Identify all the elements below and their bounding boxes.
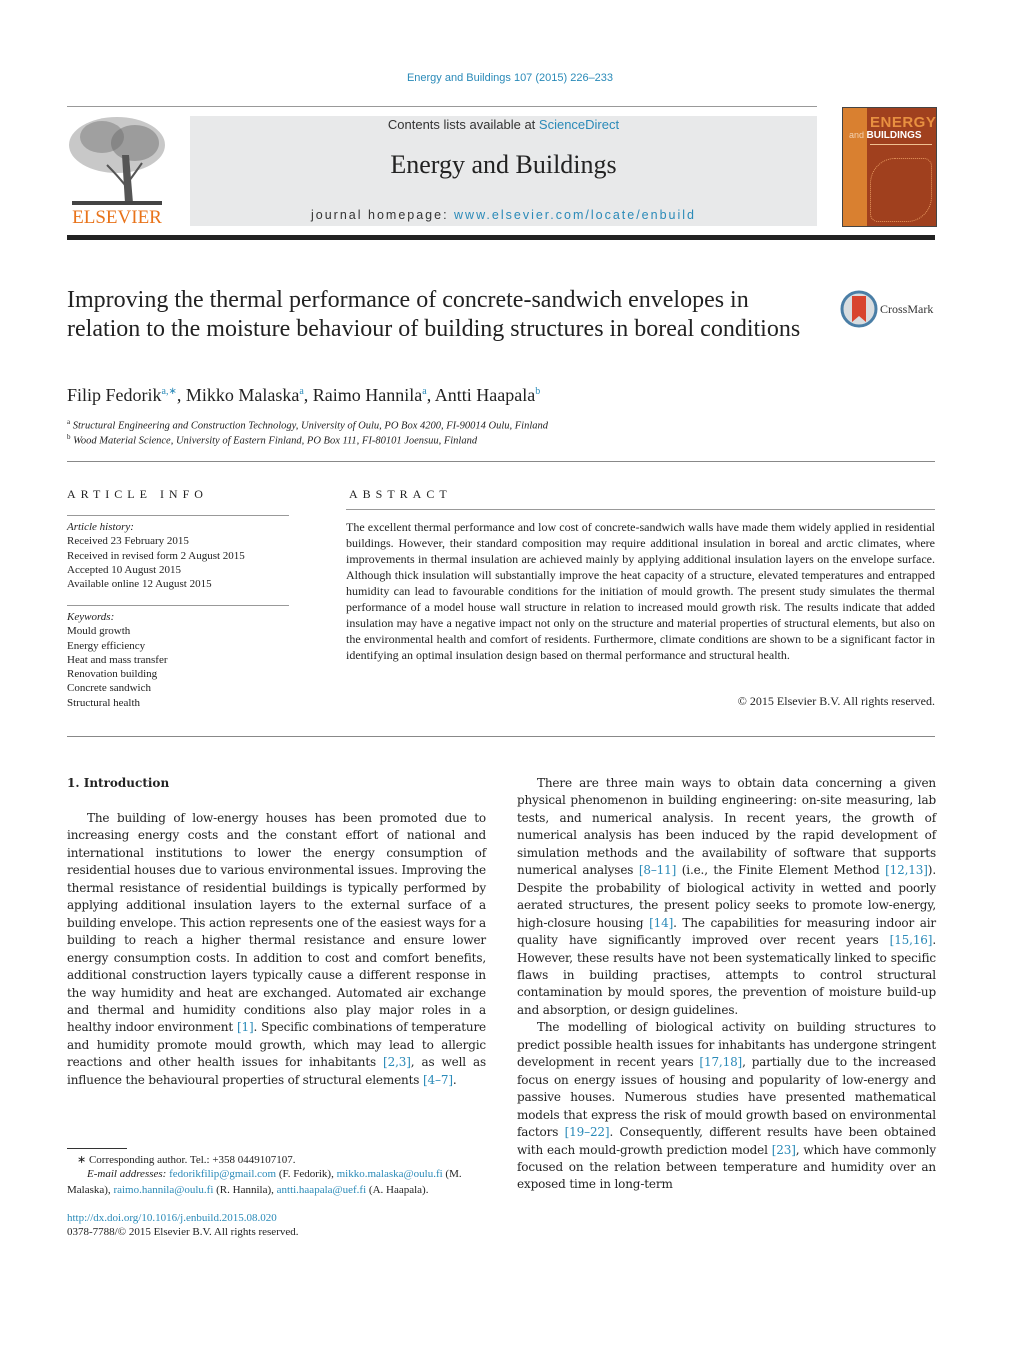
cover-subtitle: and BUILDINGS — [849, 130, 922, 141]
homepage-link[interactable]: www.elsevier.com/locate/enbuild — [454, 208, 696, 222]
author-mark[interactable]: b — [535, 386, 540, 397]
citation-link[interactable]: [8–11] — [639, 863, 677, 877]
contents-line: Contents lists available at ScienceDirec… — [190, 117, 817, 132]
paragraph: There are three main ways to obtain data… — [517, 775, 936, 1019]
author-mark[interactable]: a — [422, 386, 426, 397]
citation-link[interactable]: [1] — [237, 1020, 254, 1034]
author: Raimo Hannila — [312, 385, 423, 405]
author: Filip Fedorik — [67, 385, 162, 405]
sciencedirect-link[interactable]: ScienceDirect — [539, 117, 619, 132]
article-title: Improving the thermal performance of con… — [67, 287, 801, 342]
issn-copyright: 0378-7788/© 2015 Elsevier B.V. All right… — [67, 1226, 299, 1238]
email-link[interactable]: fedorikfilip@gmail.com — [169, 1168, 276, 1180]
keyword: Heat and mass transfer — [67, 653, 168, 666]
paragraph: The modelling of biological activity on … — [517, 1019, 936, 1194]
abstract-copyright: © 2015 Elsevier B.V. All rights reserved… — [737, 694, 935, 708]
journal-citation[interactable]: Energy and Buildings 107 (2015) 226–233 — [0, 72, 1020, 84]
section-heading: 1. Introduction — [67, 776, 170, 790]
keyword: Renovation building — [67, 668, 158, 681]
divider — [67, 736, 935, 737]
citation-link[interactable]: [12,13] — [885, 863, 928, 877]
abstract-heading: ABSTRACT — [349, 487, 452, 501]
email-link[interactable]: antti.haapala@uef.fi — [277, 1184, 367, 1196]
text-run: . — [452, 1072, 457, 1087]
affiliation: a Structural Engineering and Constructio… — [67, 418, 548, 432]
article-history: Article history: Received 23 February 20… — [67, 520, 297, 591]
keywords-label: Keywords: — [67, 611, 115, 623]
cover-graphic — [870, 158, 932, 222]
tree-icon: ELSEVIER — [69, 117, 165, 228]
author-mark[interactable]: a — [299, 386, 303, 397]
keyword: Mould growth — [67, 625, 131, 638]
email-owner: (F. Fedorik), — [276, 1168, 337, 1180]
body-column-left: The building of low-energy houses has be… — [67, 810, 486, 1089]
keywords: Keywords: Mould growth Energy efficiency… — [67, 610, 297, 710]
divider — [67, 461, 935, 462]
affiliation-text: Wood Material Science, University of Eas… — [73, 435, 478, 447]
affiliation-mark: b — [67, 433, 71, 441]
history-item: Received in revised form 2 August 2015 — [67, 549, 245, 562]
elsevier-logo: ELSEVIER — [67, 115, 167, 228]
homepage-prefix: journal homepage: — [311, 208, 455, 222]
cover-and: and — [849, 130, 865, 140]
crossmark-button[interactable]: CrossMark — [840, 290, 940, 330]
email-link[interactable]: mikko.malaska@oulu.fi — [337, 1168, 443, 1180]
body-column-right: There are three main ways to obtain data… — [517, 775, 936, 1194]
abstract-text: The excellent thermal performance and lo… — [346, 520, 935, 662]
history-label: Article history: — [67, 521, 134, 533]
email-footnote: E-mail addresses: fedorikfilip@gmail.com… — [67, 1166, 487, 1198]
text-run: (i.e., the Finite Element Method — [676, 863, 886, 878]
journal-name: Energy and Buildings — [390, 150, 617, 179]
doi-link[interactable]: http://dx.doi.org/10.1016/j.enbuild.2015… — [67, 1212, 277, 1224]
paragraph: The building of low-energy houses has be… — [67, 810, 486, 1089]
email-link[interactable]: raimo.hannila@oulu.fi — [113, 1184, 213, 1196]
keyword: Concrete sandwich — [67, 682, 151, 695]
citation-link[interactable]: [2,3] — [383, 1055, 411, 1069]
history-item: Available online 12 August 2015 — [67, 578, 212, 591]
email-owner: (R. Hannila), — [213, 1184, 277, 1196]
keyword: Structural health — [67, 696, 141, 709]
journal-cover[interactable]: ENERGY and BUILDINGS — [842, 107, 937, 227]
citation-link[interactable]: [14] — [649, 916, 673, 930]
footnote-divider — [67, 1148, 127, 1149]
author-mark[interactable]: a,∗ — [162, 386, 177, 397]
keyword: Energy efficiency — [67, 639, 146, 652]
email-owner: (A. Haapala). — [366, 1184, 429, 1196]
affiliation-text: Structural Engineering and Construction … — [72, 420, 549, 432]
affiliation-mark: a — [67, 418, 71, 426]
citation-link[interactable]: [19–22] — [565, 1125, 610, 1139]
citation-link[interactable]: [4–7] — [423, 1073, 453, 1087]
cover-stripe — [843, 108, 867, 226]
affiliation: b Wood Material Science, University of E… — [67, 433, 477, 447]
citation-link[interactable]: [17,18] — [699, 1055, 742, 1069]
divider — [67, 515, 289, 516]
crossmark-icon — [840, 290, 878, 328]
citation-link[interactable]: [23] — [772, 1143, 796, 1157]
citation-link[interactable]: [15,16] — [890, 933, 933, 947]
crossmark-label: CrossMark — [880, 302, 934, 316]
divider — [67, 605, 289, 606]
author: Mikko Malaska — [185, 385, 300, 405]
author-list: Filip Fedorika,∗, Mikko Malaskaa, Raimo … — [67, 385, 541, 405]
cover-buildings: BUILDINGS — [866, 130, 922, 141]
article-info-heading: ARTICLE INFO — [67, 487, 208, 501]
divider — [67, 106, 817, 107]
history-item: Received 23 February 2015 — [67, 535, 189, 548]
history-item: Accepted 10 August 2015 — [67, 563, 181, 576]
svg-text:ELSEVIER: ELSEVIER — [72, 207, 162, 227]
cover-title: ENERGY — [870, 114, 937, 131]
header-divider — [67, 235, 935, 240]
divider — [346, 509, 935, 510]
homepage-line: journal homepage: www.elsevier.com/locat… — [190, 208, 817, 222]
email-label: E-mail addresses: — [87, 1168, 170, 1180]
contents-prefix: Contents lists available at — [387, 117, 539, 132]
text-run: The building of low-energy houses has be… — [67, 811, 486, 1035]
cover-divider — [870, 144, 932, 145]
author: Antti Haapala — [434, 385, 536, 405]
